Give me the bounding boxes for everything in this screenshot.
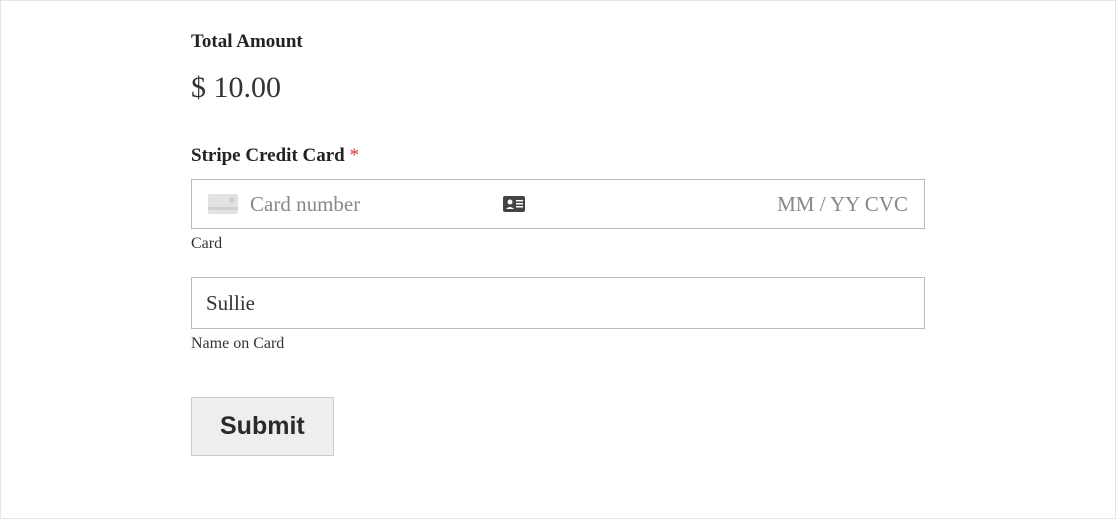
submit-button[interactable]: Submit xyxy=(191,397,334,456)
card-number-input[interactable]: Card number MM / YY CVC xyxy=(191,179,925,229)
card-number-placeholder: Card number xyxy=(250,192,491,217)
name-on-card-sublabel: Name on Card xyxy=(191,335,925,353)
name-on-card-input[interactable] xyxy=(191,277,925,329)
expiry-cvc-placeholder: MM / YY CVC xyxy=(777,192,908,217)
stripe-card-label: Stripe Credit Card * xyxy=(191,145,925,167)
autofill-icon xyxy=(503,196,525,212)
required-indicator: * xyxy=(350,145,360,166)
card-sublabel: Card xyxy=(191,235,925,253)
total-amount-label: Total Amount xyxy=(191,31,925,53)
credit-card-icon xyxy=(208,194,238,214)
stripe-card-label-text: Stripe Credit Card xyxy=(191,145,345,166)
total-amount-value: $ 10.00 xyxy=(191,71,925,105)
